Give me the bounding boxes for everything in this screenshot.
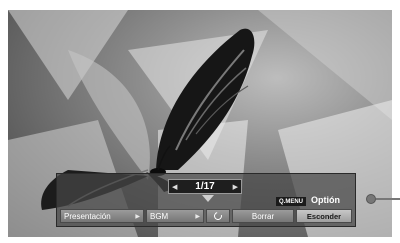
delete-label: Borrar	[251, 211, 275, 221]
hide-label: Esconder	[306, 211, 342, 221]
photo-counter-value: 1/17	[195, 181, 215, 192]
slideshow-control-bar: ◀ 1/17 ▶ Q.MENU Optión Presentación ▶ BG…	[56, 173, 356, 227]
qmenu-badge: Q.MENU	[276, 197, 306, 206]
hide-button[interactable]: Esconder	[296, 209, 352, 223]
callout-dot	[366, 194, 376, 204]
triangle-left-icon[interactable]: ◀	[172, 183, 177, 191]
delete-button[interactable]: Borrar	[232, 209, 294, 223]
option-label: Optión	[311, 195, 340, 205]
presentation-button[interactable]: Presentación ▶	[60, 209, 144, 223]
submenu-arrow-icon: ▶	[195, 213, 200, 220]
presentation-label: Presentación	[64, 211, 111, 221]
photo-counter[interactable]: ◀ 1/17 ▶	[168, 179, 242, 194]
bgm-label: BGM	[150, 211, 169, 221]
rotate-icon	[212, 210, 224, 222]
bgm-button[interactable]: BGM ▶	[146, 209, 204, 223]
rotate-button[interactable]	[206, 209, 230, 223]
screen: ◀ 1/17 ▶ Q.MENU Optión Presentación ▶ BG…	[0, 0, 400, 243]
triangle-right-icon[interactable]: ▶	[233, 183, 238, 191]
focus-pointer-icon	[202, 195, 214, 202]
callout-line	[376, 198, 400, 200]
submenu-arrow-icon: ▶	[135, 213, 140, 220]
